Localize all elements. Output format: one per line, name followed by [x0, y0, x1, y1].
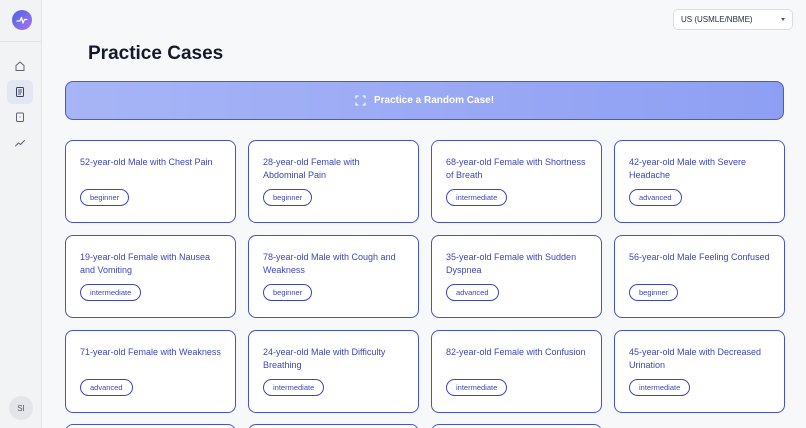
user-avatar[interactable]: SI — [9, 396, 33, 420]
case-card[interactable]: 68-year-old Female with Shortness of Bre… — [431, 140, 602, 223]
activity-icon — [16, 16, 28, 24]
trend-icon — [15, 140, 25, 147]
clipboard-icon — [16, 112, 24, 122]
difficulty-badge: advanced — [80, 379, 133, 396]
difficulty-badge: intermediate — [629, 379, 691, 396]
case-title: 35-year-old Female with Sudden Dyspnea — [446, 252, 577, 275]
random-case-button[interactable]: Practice a Random Case! — [65, 81, 784, 120]
case-title: 45-year-old Male with Decreased Urinatio… — [629, 347, 762, 370]
case-title: 82-year-old Female with Confusion — [446, 347, 586, 357]
case-card[interactable]: 82-year-old Female with Confusion interm… — [431, 330, 602, 413]
case-title: 24-year-old Male with Difficulty Breathi… — [263, 347, 386, 370]
case-title: 19-year-old Female with Nausea and Vomit… — [80, 252, 211, 275]
case-card[interactable] — [248, 424, 419, 428]
case-title: 71-year-old Female with Weakness — [80, 347, 221, 357]
home-icon — [15, 61, 25, 71]
case-card[interactable]: 78-year-old Male with Cough and Weakness… — [248, 235, 419, 318]
difficulty-badge: advanced — [629, 189, 682, 206]
case-card[interactable]: 35-year-old Female with Sudden Dyspnea a… — [431, 235, 602, 318]
nav-notes[interactable] — [7, 105, 33, 129]
case-card[interactable]: 52-year-old Male with Chest Pain beginne… — [65, 140, 236, 223]
nav-cases[interactable] — [7, 80, 33, 104]
shuffle-icon — [355, 95, 366, 106]
case-card[interactable]: 45-year-old Male with Decreased Urinatio… — [614, 330, 785, 413]
difficulty-badge: intermediate — [80, 284, 142, 301]
case-card[interactable]: 56-year-old Male Feeling Confused beginn… — [614, 235, 785, 318]
page-title: Practice Cases — [88, 43, 224, 64]
difficulty-badge: beginner — [80, 189, 130, 206]
case-title: 56-year-old Male Feeling Confused — [629, 252, 770, 262]
difficulty-badge: intermediate — [263, 379, 325, 396]
case-card[interactable] — [431, 424, 602, 428]
case-title: 52-year-old Male with Chest Pain — [80, 157, 213, 167]
case-title: 28-year-old Female with Abdominal Pain — [263, 157, 360, 180]
difficulty-badge: beginner — [629, 284, 679, 301]
difficulty-badge: beginner — [263, 284, 313, 301]
case-card[interactable]: 28-year-old Female with Abdominal Pain b… — [248, 140, 419, 223]
case-card[interactable]: 42-year-old Male with Severe Headache ad… — [614, 140, 785, 223]
difficulty-badge: advanced — [446, 284, 499, 301]
nav-home[interactable] — [7, 54, 33, 78]
difficulty-badge: intermediate — [446, 379, 508, 396]
document-icon — [16, 87, 24, 97]
difficulty-badge: beginner — [263, 189, 313, 206]
case-title: 42-year-old Male with Severe Headache — [629, 157, 747, 180]
sidebar: SI — [0, 0, 42, 428]
case-card[interactable]: 71-year-old Female with Weakness advance… — [65, 330, 236, 413]
case-card[interactable] — [65, 424, 236, 428]
region-select[interactable]: US (USMLE/NBME) — [673, 9, 793, 30]
nav-progress[interactable] — [7, 131, 33, 155]
case-title: 78-year-old Male with Cough and Weakness — [263, 252, 396, 275]
case-title: 68-year-old Female with Shortness of Bre… — [446, 157, 586, 180]
random-case-label: Practice a Random Case! — [373, 95, 495, 106]
chevron-down-icon — [781, 18, 785, 21]
case-card[interactable]: 19-year-old Female with Nausea and Vomit… — [65, 235, 236, 318]
case-card[interactable]: 24-year-old Male with Difficulty Breathi… — [248, 330, 419, 413]
app-logo[interactable] — [12, 10, 32, 30]
region-select-value: US (USMLE/NBME) — [681, 15, 753, 24]
difficulty-badge: intermediate — [446, 189, 508, 206]
sidebar-divider — [0, 41, 41, 42]
